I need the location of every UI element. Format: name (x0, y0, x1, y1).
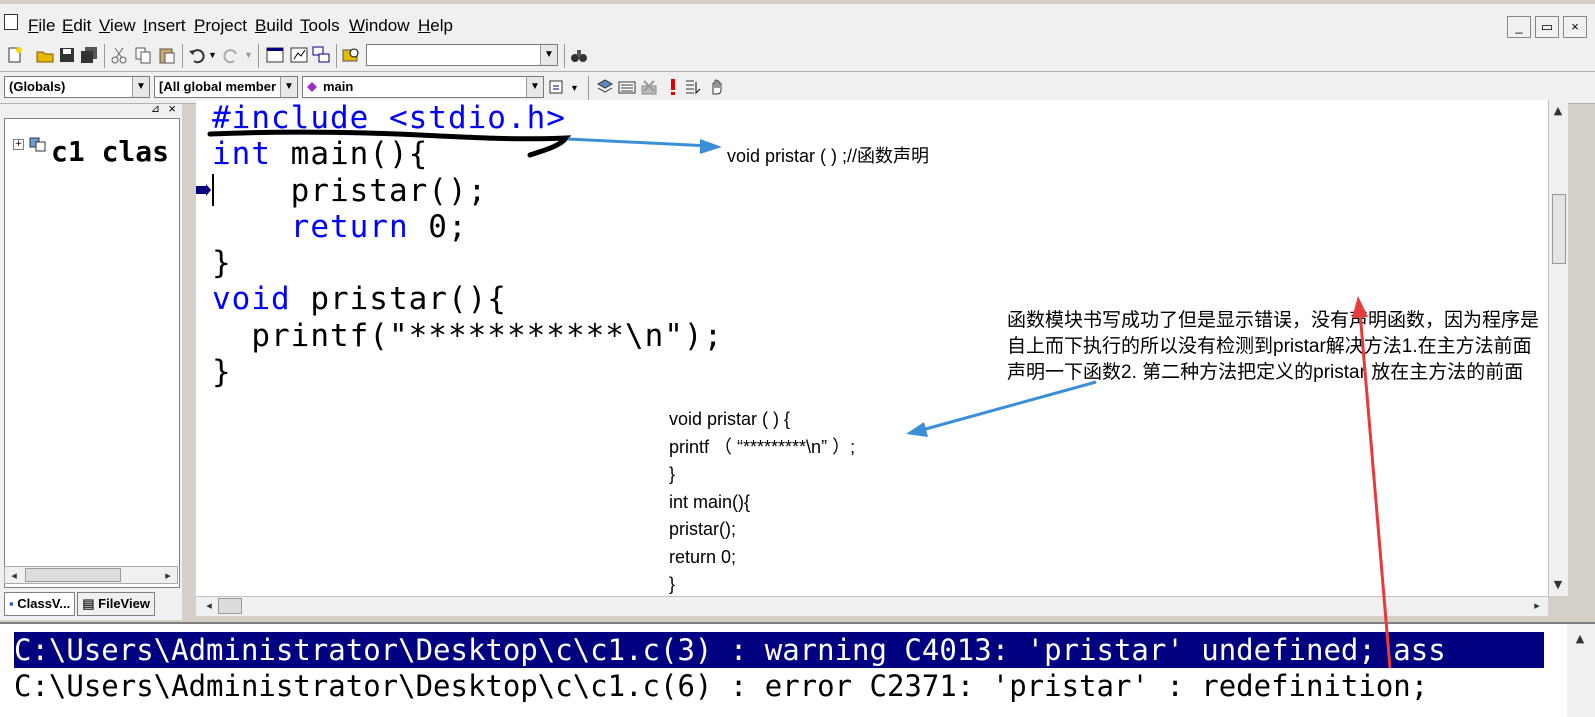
members-combo[interactable]: [All global member ▼ (154, 76, 298, 98)
paste-icon[interactable] (158, 46, 176, 64)
code-line: pristar(); (212, 172, 488, 209)
fixed-code-line: return 0; (669, 546, 737, 567)
menu-tools[interactable]: Tools (300, 16, 340, 36)
code-line: #include <stdio.h> (212, 100, 566, 136)
tab-classview[interactable]: ▪ ClassV... (4, 592, 76, 616)
expand-icon[interactable]: + (13, 139, 24, 150)
restore-button[interactable]: ▭ (1535, 16, 1559, 38)
standard-toolbar: ▼ ▼ ▼ (0, 40, 1595, 72)
scroll-up-icon[interactable]: ▲ (1571, 630, 1589, 648)
stop-build-icon[interactable] (640, 78, 658, 96)
output-window[interactable]: C:\Users\Administrator\Desktop\c\c1.c(3)… (0, 622, 1595, 717)
cut-icon[interactable] (110, 46, 128, 64)
class-view-tree[interactable]: + c1 clas (4, 118, 180, 588)
minimize-button[interactable]: _ (1507, 16, 1531, 38)
declaration-note: void pristar ( ) ;//函数声明 (727, 146, 930, 166)
scroll-thumb[interactable] (25, 568, 121, 582)
build-icon[interactable] (618, 78, 636, 96)
close-button[interactable]: × (1563, 16, 1587, 38)
current-line-marker-icon (196, 184, 211, 196)
undo-dropdown-icon[interactable]: ▼ (208, 50, 217, 60)
find-combo[interactable]: ▼ (366, 44, 558, 66)
code-line: return 0; (290, 208, 468, 245)
text-caret (212, 174, 214, 206)
fixed-code-line: int main(){ (669, 491, 751, 512)
tree-item-classes[interactable]: c1 clas (51, 135, 169, 168)
workspace-pane: ⊿ × + c1 clas ◂ ▸ ▪ ClassV... ▤ FileView (0, 101, 182, 620)
classview-tab-icon: ▪ (9, 596, 18, 611)
fixed-code-line: } (669, 574, 676, 594)
menu-help[interactable]: Help (418, 16, 453, 36)
new-file-icon[interactable] (6, 46, 24, 64)
class-view-hscrollbar[interactable]: ◂ ▸ (4, 566, 178, 584)
fixed-code-note: void pristar ( ) { printf （ “*********\n… (669, 406, 855, 596)
find-binoculars-icon[interactable] (570, 46, 588, 64)
pane-close-icon[interactable]: × (168, 101, 176, 116)
compile-icon[interactable] (596, 78, 614, 96)
editor-gutter (196, 100, 212, 596)
menu-project[interactable]: Project (194, 16, 247, 36)
function-combo[interactable]: main ▼ (302, 76, 544, 98)
editor-vscrollbar[interactable]: ▲ ▼ (1548, 100, 1568, 596)
scroll-up-icon[interactable]: ▲ (1549, 102, 1567, 120)
tab-fileview[interactable]: ▤ FileView (77, 592, 155, 616)
find-in-files-icon[interactable] (342, 46, 360, 64)
menu-window[interactable]: Window (349, 16, 409, 36)
wizard-action-icon[interactable] (548, 78, 566, 96)
menu-edit[interactable]: Edit (62, 16, 91, 36)
open-folder-icon[interactable] (36, 46, 54, 64)
output-window-icon[interactable] (290, 46, 308, 64)
code-line: int main(){ (212, 136, 429, 173)
workspace-icon[interactable] (266, 46, 284, 64)
output-line-warning[interactable]: C:\Users\Administrator\Desktop\c\c1.c(3)… (14, 632, 1544, 668)
go-icon[interactable] (684, 78, 702, 96)
document-icon (4, 14, 18, 30)
scroll-down-icon[interactable]: ▼ (1549, 576, 1567, 594)
editor-scroll-thumb[interactable] (1552, 194, 1566, 264)
globals-combo[interactable]: (Globals) ▼ (4, 76, 150, 98)
breakpoint-hand-icon[interactable] (708, 78, 726, 96)
output-vscrollbar[interactable]: ▲ (1567, 624, 1595, 717)
fixed-code-line: } (669, 464, 676, 484)
fixed-code-line: void pristar ( ) { (669, 409, 791, 429)
code-line: } (212, 245, 232, 282)
execute-icon[interactable] (664, 78, 682, 96)
fixed-code-line: pristar(); (669, 519, 736, 539)
project-classes-icon (29, 137, 46, 152)
scroll-right-icon[interactable]: ▸ (1528, 597, 1546, 615)
explanation-line: 函数模块书写成功了但是显示错误，没有声明函数，因为程序是 (1007, 310, 1540, 331)
window-list-icon[interactable] (312, 46, 330, 64)
save-icon[interactable] (58, 46, 76, 64)
copy-icon[interactable] (134, 46, 152, 64)
method-icon (307, 82, 317, 92)
undo-icon[interactable] (188, 46, 206, 64)
code-editor[interactable]: #include <stdio.h> int main(){ pristar();… (196, 100, 1548, 596)
explanation-line: 自上而下执行的所以没有检测到pristar解决方法1.在主方法前面 (1007, 336, 1532, 357)
menu-file[interactable]: File (28, 16, 55, 36)
redo-dropdown-icon[interactable]: ▼ (244, 50, 253, 60)
save-all-icon[interactable] (80, 46, 98, 64)
scroll-left-icon[interactable]: ◂ (5, 567, 23, 585)
fixed-code-line: printf （ “*********\n” ）; (669, 436, 856, 457)
menu-build[interactable]: Build (255, 16, 293, 36)
output-line-error[interactable]: C:\Users\Administrator\Desktop\c\c1.c(6)… (14, 668, 1428, 704)
code-line: } (212, 354, 232, 391)
workspace-pane-header: ⊿ × (0, 101, 182, 118)
pane-resize-icon[interactable]: ⊿ (151, 102, 160, 115)
explanation-line: 声明一下函数2. 第二种方法把定义的pristar 放在主方法的前面 (1007, 362, 1524, 383)
scroll-left-icon[interactable]: ◂ (200, 597, 218, 615)
fileview-tab-icon: ▤ (82, 596, 99, 611)
menu-insert[interactable]: Insert (143, 16, 186, 36)
menu-bar: File Edit View Insert Project Build Tool… (0, 0, 1595, 40)
menu-view[interactable]: View (99, 16, 136, 36)
code-line: void pristar(){ (212, 281, 507, 318)
editor-hscrollbar[interactable]: ◂ ▸ (196, 596, 1548, 616)
explanation-note: 函数模块书写成功了但是显示错误，没有声明函数，因为程序是 自上而下执行的所以没有… (1007, 308, 1548, 386)
redo-icon[interactable] (222, 46, 240, 64)
scroll-right-icon[interactable]: ▸ (159, 567, 177, 585)
code-line: printf("***********\n"); (212, 317, 724, 354)
editor-hscroll-thumb[interactable] (218, 598, 242, 614)
wizard-dropdown-icon[interactable]: ▼ (570, 83, 579, 93)
code-text[interactable]: #include <stdio.h> int main(){ pristar();… (212, 100, 723, 390)
